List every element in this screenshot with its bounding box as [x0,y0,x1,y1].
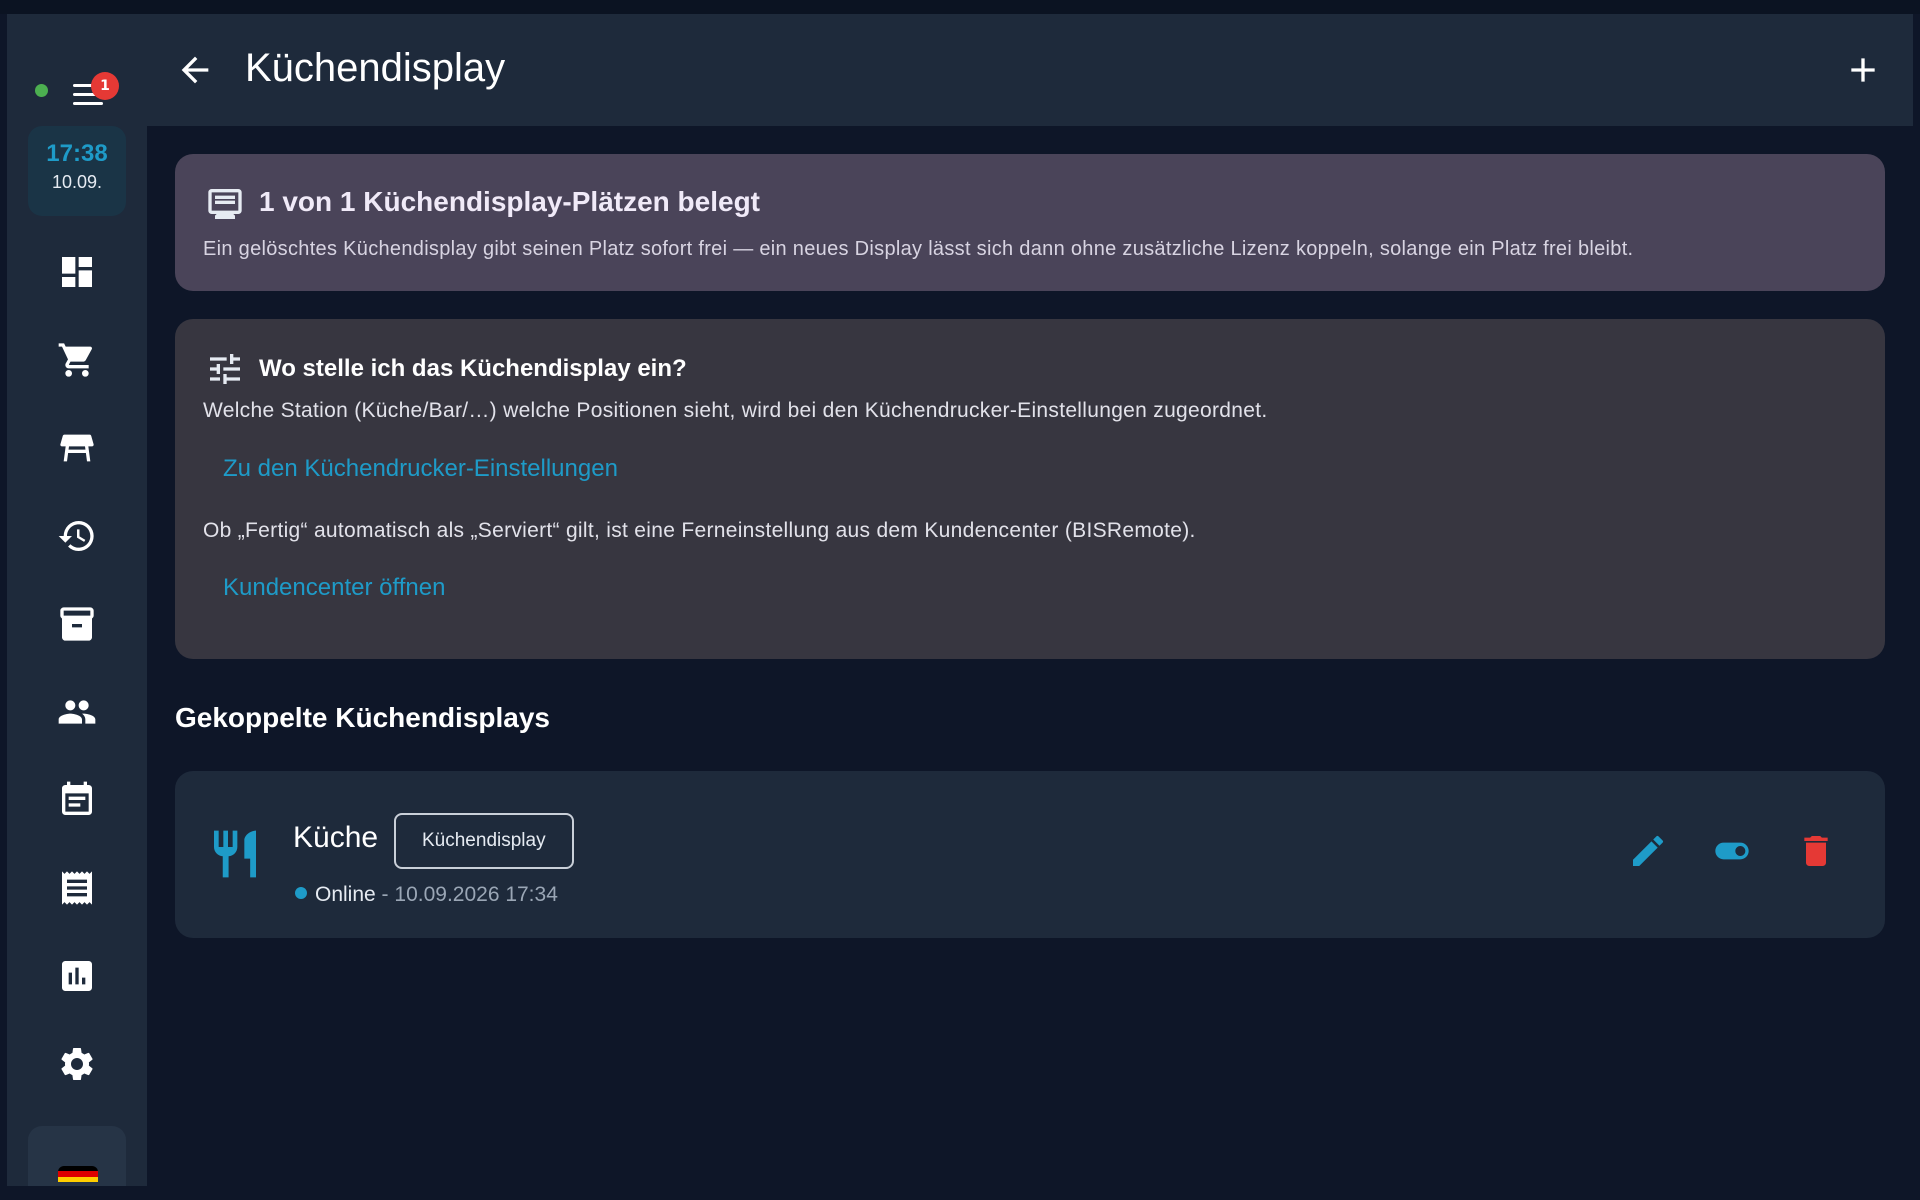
sidebar-item-settings[interactable] [37,1034,117,1094]
notification-badge: 1 [91,72,119,100]
help-title: Wo stelle ich das Küchendisplay ein? [259,355,687,382]
sidebar-item-archive[interactable] [37,594,117,654]
table-icon [60,434,94,462]
edit-icon [1633,835,1664,866]
sidebar-top: 1 [7,62,147,114]
sidebar-item-calendar[interactable] [37,770,117,830]
history-icon [58,521,94,551]
sidebar-item-orders[interactable] [37,330,117,390]
dashboard-icon [62,257,92,287]
sidebar-item-receipts[interactable] [37,858,117,918]
device-name: Küche [293,821,379,854]
license-info-card: 1 von 1 Küchendisplay-Plätzen belegt Ein… [175,154,1885,291]
toggle-icon [1715,842,1749,860]
edit-button[interactable] [1624,827,1672,875]
last-seen: 10.09.2026 17:34 [394,883,558,906]
help-text-served: Ob „Fertig“ automatisch als „Serviert“ g… [203,519,1196,542]
clock-widget[interactable]: 17:38 10.09. [28,126,126,216]
settings-icon [61,1048,93,1080]
restaurant-icon [207,823,263,885]
clock-time: 17:38 [46,140,108,167]
page-title: Küchendisplay [245,46,506,90]
menu-button[interactable]: 1 [65,72,119,112]
plus-icon [1851,58,1875,82]
clock-date: 10.09. [51,172,103,192]
top-strip [0,0,1920,14]
receipt-icon [62,871,92,905]
device-status: Online - 10.09.2026 17:34 [295,883,558,907]
arrow-back-icon [181,56,209,84]
sidebar-item-dashboard[interactable] [37,242,117,302]
calendar-icon [62,781,92,815]
toggle-button[interactable] [1708,827,1756,875]
license-description: Ein gelöschtes Küchendisplay gibt seinen… [203,238,1634,260]
app-header: Küchendisplay [147,14,1913,126]
device-card: Küche Küchendisplay Online - 10.09.2026 … [175,771,1885,938]
people-icon [58,700,96,724]
help-card: Wo stelle ich das Küchendisplay ein? Wel… [175,319,1885,659]
sidebar-item-history[interactable] [37,506,117,566]
device-type-chip: Küchendisplay [394,813,574,869]
delete-button[interactable] [1792,827,1840,875]
kds-icon [205,184,245,224]
tune-icon [205,349,245,389]
cart-icon [58,343,93,377]
add-button[interactable] [1843,50,1883,90]
sidebar: 1 17:38 10.09. [7,14,147,1186]
customer-center-link[interactable]: Kundencenter öffnen [223,574,445,602]
sidebar-item-tables[interactable] [37,418,117,478]
german-flag-icon [58,1166,98,1182]
section-title: Gekoppelte Küchendisplays [175,702,550,733]
sidebar-item-reports[interactable] [37,946,117,1006]
kitchen-printer-settings-link[interactable]: Zu den Küchendrucker-Einstellungen [223,455,618,483]
language-selector[interactable] [28,1126,126,1186]
back-button[interactable] [175,50,215,90]
license-title: 1 von 1 Küchendisplay-Plätzen belegt [259,186,761,217]
status-separator: - [381,883,389,906]
online-dot [295,887,307,899]
help-text-station: Welche Station (Küche/Bar/…) welche Posi… [203,399,1268,422]
status-text: Online [315,883,376,906]
archive-icon [60,607,94,641]
sidebar-item-staff[interactable] [37,682,117,742]
connection-status-dot [35,84,48,97]
delete-icon [1804,836,1828,866]
chart-icon [62,961,92,991]
